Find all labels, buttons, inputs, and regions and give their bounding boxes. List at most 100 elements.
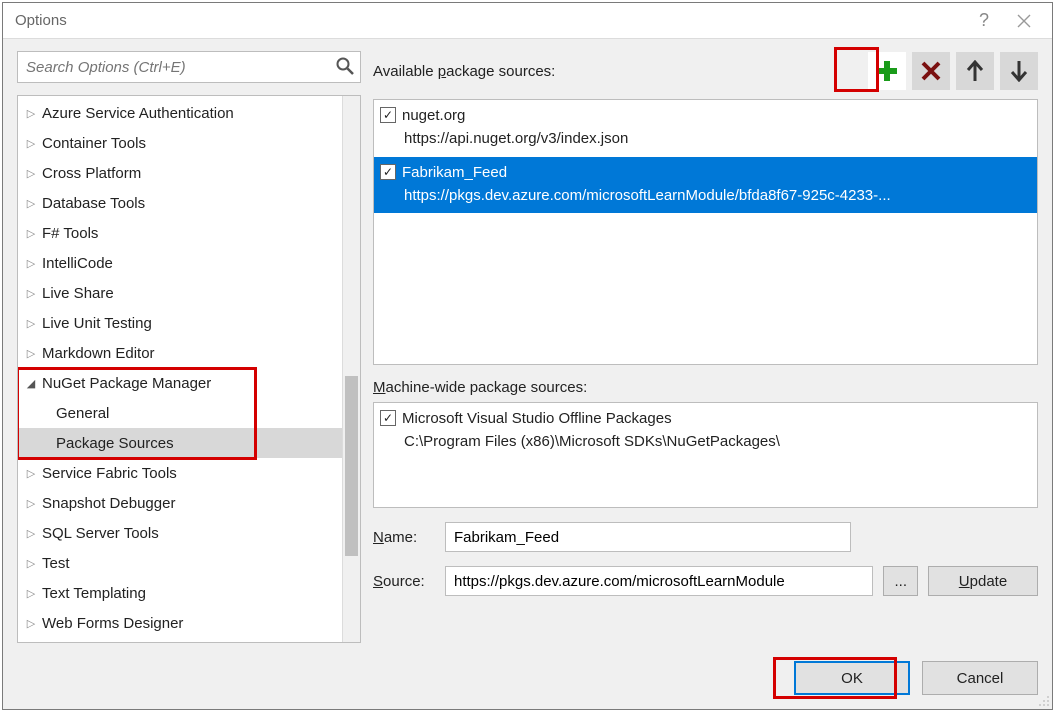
window-title: Options [15, 12, 964, 29]
tree-item[interactable]: ◢NuGet Package Manager [18, 368, 360, 398]
chevron-right-icon: ▷ [24, 107, 38, 120]
chevron-right-icon: ▷ [24, 137, 38, 150]
tree-item[interactable]: ▷ IntelliCode [18, 248, 360, 278]
tree-item-label: Live Share [42, 285, 114, 302]
tree-item[interactable]: ▷ Live Unit Testing [18, 308, 360, 338]
tree-item[interactable]: ▷ Database Tools [18, 188, 360, 218]
source-toolbar [868, 52, 1038, 90]
tree-item[interactable]: ▷ Markdown Editor [18, 338, 360, 368]
source-url: https://pkgs.dev.azure.com/microsoftLear… [402, 184, 1027, 207]
scroll-thumb[interactable] [345, 376, 358, 556]
tree-item[interactable]: ▷ Web Forms Designer [18, 608, 360, 638]
chevron-right-icon: ▷ [24, 617, 38, 630]
tree-item[interactable]: ▷Snapshot Debugger [18, 488, 360, 518]
tree-item[interactable]: ▷ SQL Server Tools [18, 518, 360, 548]
tree-item-label: Test [42, 555, 70, 572]
tree-item[interactable]: ▷Container Tools [18, 128, 360, 158]
cancel-button[interactable]: Cancel [922, 661, 1038, 695]
tree-item[interactable]: ▷ Service Fabric Tools [18, 458, 360, 488]
chevron-right-icon: ▷ [24, 587, 38, 600]
plus-icon [874, 58, 900, 84]
tree-item[interactable]: General [18, 398, 360, 428]
tree-item-label: Package Sources [56, 435, 174, 452]
source-url: C:\Program Files (x86)\Microsoft SDKs\Nu… [402, 430, 1027, 453]
chevron-down-icon: ◢ [24, 377, 38, 390]
machine-sources-list[interactable]: ✓Microsoft Visual Studio Offline Package… [373, 402, 1038, 508]
available-header-row: Available package sources: [373, 51, 1038, 91]
search-wrap [17, 51, 361, 83]
source-name: Fabrikam_Feed [402, 161, 1027, 184]
chevron-right-icon: ▷ [24, 197, 38, 210]
chevron-right-icon: ▷ [24, 557, 38, 570]
source-name: nuget.org [402, 104, 1027, 127]
remove-source-button[interactable] [912, 52, 950, 90]
name-row: Name: [373, 522, 1038, 552]
tree-item-label: Text Templating [42, 585, 146, 602]
source-item[interactable]: ✓Microsoft Visual Studio Offline Package… [374, 403, 1037, 460]
source-row: Source: ... Update [373, 566, 1038, 596]
tree-scrollbar[interactable] [342, 96, 360, 642]
tree-item-label: Markdown Editor [42, 345, 155, 362]
source-checkbox[interactable]: ✓ [380, 107, 396, 123]
dialog-buttons: OK Cancel [3, 655, 1052, 709]
tree-item-label: SQL Server Tools [42, 525, 159, 542]
available-sources-list[interactable]: ✓ nuget.orghttps://api.nuget.org/v3/index… [373, 99, 1038, 365]
tree-item-label: Service Fabric Tools [42, 465, 177, 482]
tree-item-label: F# Tools [42, 225, 98, 242]
tree-item[interactable]: ▷ Test [18, 548, 360, 578]
arrow-up-icon [965, 60, 985, 82]
close-button[interactable] [1004, 7, 1044, 35]
tree-item[interactable]: Package Sources [18, 428, 360, 458]
chevron-right-icon: ▷ [24, 467, 38, 480]
chevron-right-icon: ▷ [24, 257, 38, 270]
tree-item-label: Cross Platform [42, 165, 141, 182]
name-label: Name: [373, 529, 435, 546]
options-tree[interactable]: ▷ Azure Service Authentication ▷Container … [17, 95, 361, 643]
close-icon [1017, 14, 1031, 28]
help-icon: ? [979, 10, 989, 31]
titlebar: Options ? [3, 3, 1052, 39]
tree-item-label: Azure Service Authentication [42, 105, 234, 122]
browse-button[interactable]: ... [883, 566, 918, 596]
tree-item-label: Database Tools [42, 195, 145, 212]
left-panel: ▷ Azure Service Authentication ▷Container … [17, 51, 361, 643]
move-up-button[interactable] [956, 52, 994, 90]
dialog-content: ▷ Azure Service Authentication ▷Container … [3, 39, 1052, 655]
add-source-button[interactable] [868, 52, 906, 90]
tree-item[interactable]: ▷ F# Tools [18, 218, 360, 248]
move-down-button[interactable] [1000, 52, 1038, 90]
chevron-right-icon: ▷ [24, 527, 38, 540]
tree-item[interactable]: ▷ Text Templating [18, 578, 360, 608]
tree-item-label: IntelliCode [42, 255, 113, 272]
source-label: Source: [373, 573, 435, 590]
ok-button[interactable]: OK [794, 661, 910, 695]
search-input[interactable] [17, 51, 361, 83]
name-input[interactable] [445, 522, 851, 552]
source-url: https://api.nuget.org/v3/index.json [402, 127, 1027, 150]
source-checkbox[interactable]: ✓ [380, 164, 396, 180]
chevron-right-icon: ▷ [24, 347, 38, 360]
tree-item-label: Live Unit Testing [42, 315, 152, 332]
chevron-right-icon: ▷ [24, 227, 38, 240]
options-dialog: Options ? ▷Azure Service Authentication▷… [2, 2, 1053, 710]
chevron-right-icon: ▷ [24, 497, 38, 510]
resize-grip[interactable] [1036, 693, 1050, 707]
tree-item[interactable]: ▷ Live Share [18, 278, 360, 308]
help-button[interactable]: ? [964, 7, 1004, 35]
tree-item[interactable]: ▷ Azure Service Authentication [18, 98, 360, 128]
search-icon [335, 56, 355, 76]
x-icon [919, 59, 943, 83]
source-item[interactable]: ✓ Fabrikam_Feedhttps://pkgs.dev.azure.com… [374, 157, 1037, 214]
tree-item-label: Web Forms Designer [42, 615, 183, 632]
source-checkbox[interactable]: ✓ [380, 410, 396, 426]
arrow-down-icon [1009, 60, 1029, 82]
update-button[interactable]: Update [928, 566, 1038, 596]
chevron-right-icon: ▷ [24, 317, 38, 330]
machine-sources-label: Machine-wide package sources: [373, 379, 1038, 396]
source-input[interactable] [445, 566, 873, 596]
source-item[interactable]: ✓ nuget.orghttps://api.nuget.org/v3/index… [374, 100, 1037, 157]
chevron-right-icon: ▷ [24, 167, 38, 180]
tree-item[interactable]: ▷ Cross Platform [18, 158, 360, 188]
tree-item-label: General [56, 405, 109, 422]
chevron-right-icon: ▷ [24, 287, 38, 300]
